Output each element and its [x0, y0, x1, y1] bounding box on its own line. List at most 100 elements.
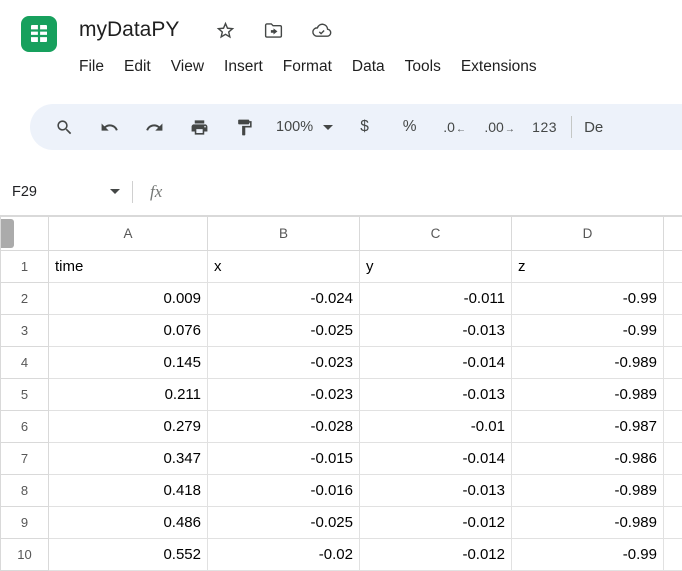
table-row: 1 time x y z — [1, 251, 682, 283]
row-header[interactable]: 5 — [1, 379, 49, 411]
cell-A1[interactable]: time — [49, 251, 208, 283]
cell-C6[interactable]: -0.01 — [360, 411, 512, 443]
cell-B1[interactable]: x — [208, 251, 360, 283]
cell-C2[interactable]: -0.011 — [360, 283, 512, 315]
print-button[interactable] — [177, 109, 222, 145]
cell-D9[interactable]: -0.989 — [512, 507, 664, 539]
cell-E2[interactable] — [664, 283, 682, 315]
column-header-a[interactable]: A — [49, 217, 208, 251]
paint-format-button[interactable] — [222, 109, 267, 145]
sheets-logo-icon[interactable] — [19, 14, 59, 54]
cell-A8[interactable]: 0.418 — [49, 475, 208, 507]
cell-E10[interactable] — [664, 539, 682, 571]
cell-D5[interactable]: -0.989 — [512, 379, 664, 411]
cell-B8[interactable]: -0.016 — [208, 475, 360, 507]
cell-E4[interactable] — [664, 347, 682, 379]
row-header[interactable]: 9 — [1, 507, 49, 539]
cloud-save-status-icon[interactable] — [310, 19, 332, 41]
menu-insert[interactable]: Insert — [214, 53, 273, 81]
menu-extensions[interactable]: Extensions — [451, 53, 547, 81]
cell-C7[interactable]: -0.014 — [360, 443, 512, 475]
cell-C3[interactable]: -0.013 — [360, 315, 512, 347]
cell-C10[interactable]: -0.012 — [360, 539, 512, 571]
name-box[interactable]: F29 — [0, 168, 132, 215]
cell-A5[interactable]: 0.211 — [49, 379, 208, 411]
cell-A3[interactable]: 0.076 — [49, 315, 208, 347]
cell-B4[interactable]: -0.023 — [208, 347, 360, 379]
zoom-level: 100% — [276, 119, 313, 135]
cell-D1[interactable]: z — [512, 251, 664, 283]
cell-B6[interactable]: -0.028 — [208, 411, 360, 443]
cell-E8[interactable] — [664, 475, 682, 507]
column-header-row: A B C D — [1, 217, 682, 251]
cell-E7[interactable] — [664, 443, 682, 475]
row-header[interactable]: 6 — [1, 411, 49, 443]
cell-E3[interactable] — [664, 315, 682, 347]
cell-D4[interactable]: -0.989 — [512, 347, 664, 379]
cell-A6[interactable]: 0.279 — [49, 411, 208, 443]
undo-button[interactable] — [87, 109, 132, 145]
search-button[interactable] — [42, 109, 87, 145]
column-header-e[interactable] — [664, 217, 682, 251]
cell-D3[interactable]: -0.99 — [512, 315, 664, 347]
increase-decimal-button[interactable]: .00→ — [477, 109, 522, 145]
row-header[interactable]: 1 — [1, 251, 49, 283]
cell-D7[interactable]: -0.986 — [512, 443, 664, 475]
column-header-c[interactable]: C — [360, 217, 512, 251]
cell-B2[interactable]: -0.024 — [208, 283, 360, 315]
number-format-button[interactable]: 123 — [522, 109, 567, 145]
cell-E5[interactable] — [664, 379, 682, 411]
cell-E9[interactable] — [664, 507, 682, 539]
row-header[interactable]: 7 — [1, 443, 49, 475]
font-selector[interactable]: De — [576, 109, 611, 145]
cell-C8[interactable]: -0.013 — [360, 475, 512, 507]
cell-A10[interactable]: 0.552 — [49, 539, 208, 571]
cell-C1[interactable]: y — [360, 251, 512, 283]
menu-view[interactable]: View — [161, 53, 214, 81]
cell-A9[interactable]: 0.486 — [49, 507, 208, 539]
cell-B9[interactable]: -0.025 — [208, 507, 360, 539]
decrease-decimal-button[interactable]: .0← — [432, 109, 477, 145]
row-header[interactable]: 3 — [1, 315, 49, 347]
cell-D2[interactable]: -0.99 — [512, 283, 664, 315]
cell-D8[interactable]: -0.989 — [512, 475, 664, 507]
row-header[interactable]: 8 — [1, 475, 49, 507]
freeze-handle[interactable] — [1, 219, 14, 248]
cell-B7[interactable]: -0.015 — [208, 443, 360, 475]
cell-C9[interactable]: -0.012 — [360, 507, 512, 539]
menu-file[interactable]: File — [69, 53, 114, 81]
cell-E1[interactable] — [664, 251, 682, 283]
table-row: 8 0.418 -0.016 -0.013 -0.989 — [1, 475, 682, 507]
decrease-decimal-label: .0 — [443, 119, 455, 135]
cell-D6[interactable]: -0.987 — [512, 411, 664, 443]
redo-button[interactable] — [132, 109, 177, 145]
select-all-corner[interactable] — [1, 217, 49, 251]
zoom-selector[interactable]: 100% — [267, 109, 342, 145]
menu-data[interactable]: Data — [342, 53, 395, 81]
row-header[interactable]: 4 — [1, 347, 49, 379]
document-title[interactable]: myDataPY — [79, 18, 179, 42]
column-header-b[interactable]: B — [208, 217, 360, 251]
star-icon[interactable] — [214, 19, 236, 41]
move-to-folder-icon[interactable] — [262, 19, 284, 41]
cell-B10[interactable]: -0.02 — [208, 539, 360, 571]
cell-C4[interactable]: -0.014 — [360, 347, 512, 379]
row-header[interactable]: 2 — [1, 283, 49, 315]
percent-format-button[interactable]: % — [387, 109, 432, 145]
cell-A4[interactable]: 0.145 — [49, 347, 208, 379]
cell-C5[interactable]: -0.013 — [360, 379, 512, 411]
cell-B5[interactable]: -0.023 — [208, 379, 360, 411]
row-header[interactable]: 10 — [1, 539, 49, 571]
cell-D10[interactable]: -0.99 — [512, 539, 664, 571]
cell-E6[interactable] — [664, 411, 682, 443]
menu-edit[interactable]: Edit — [114, 53, 161, 81]
toolbar: 100% $ % .0← .00→ 123 De — [30, 104, 682, 150]
column-header-d[interactable]: D — [512, 217, 664, 251]
menu-tools[interactable]: Tools — [395, 53, 451, 81]
currency-format-button[interactable]: $ — [342, 109, 387, 145]
cell-B3[interactable]: -0.025 — [208, 315, 360, 347]
cell-A2[interactable]: 0.009 — [49, 283, 208, 315]
menu-format[interactable]: Format — [273, 53, 342, 81]
formula-input[interactable] — [162, 168, 682, 215]
cell-A7[interactable]: 0.347 — [49, 443, 208, 475]
